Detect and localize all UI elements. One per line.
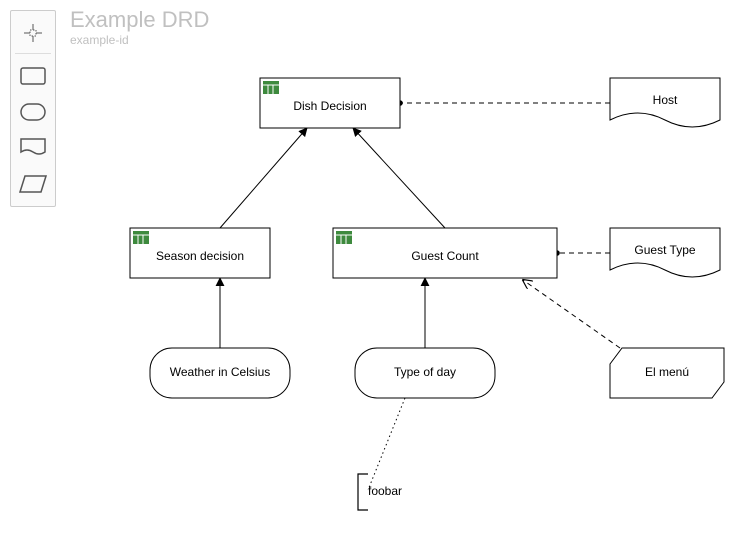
node-guest-count[interactable]: Guest Count <box>333 228 557 278</box>
node-season-decision[interactable]: Season decision <box>130 228 270 278</box>
node-label: Weather in Celsius <box>170 365 271 379</box>
node-label: Guest Count <box>411 249 479 263</box>
node-label: Season decision <box>156 249 244 263</box>
node-label: Dish Decision <box>293 99 366 113</box>
node-weather-input[interactable]: Weather in Celsius <box>150 348 290 398</box>
node-guesttype-knowledge-source[interactable]: Guest Type <box>610 228 720 277</box>
edge-daytype-to-annotation[interactable] <box>368 398 405 490</box>
annotation-label: foobar <box>368 484 402 498</box>
decision-table-marker-icon <box>133 231 149 244</box>
node-host-knowledge-source[interactable]: Host <box>610 78 720 127</box>
decision-table-marker-icon <box>336 231 352 244</box>
node-annotation[interactable]: foobar <box>358 474 402 510</box>
edge-menu-to-guest[interactable] <box>523 280 620 348</box>
node-label: Type of day <box>394 365 456 379</box>
node-label: El menú <box>645 365 689 379</box>
edge-season-to-dish[interactable] <box>220 128 307 228</box>
node-label: Guest Type <box>634 243 695 257</box>
drd-canvas[interactable]: Dish Decision Season decision Guest Coun… <box>0 0 754 550</box>
decision-table-marker-icon <box>263 81 279 94</box>
node-label: Host <box>653 93 678 107</box>
edge-guest-to-dish[interactable] <box>353 128 445 228</box>
node-dish-decision[interactable]: Dish Decision <box>260 78 400 128</box>
node-menu-bkm[interactable]: El menú <box>610 348 724 398</box>
node-daytype-input[interactable]: Type of day <box>355 348 495 398</box>
